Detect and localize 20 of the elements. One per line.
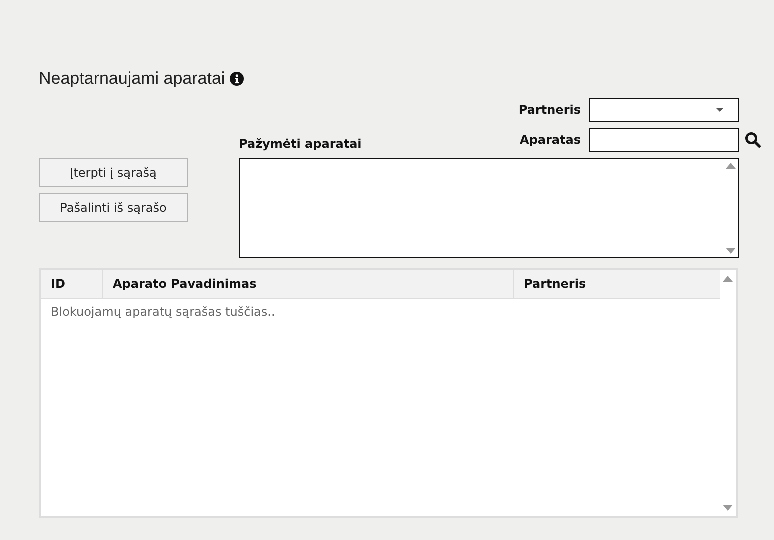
selected-listbox[interactable] bbox=[239, 158, 739, 258]
search-icon[interactable] bbox=[745, 132, 761, 148]
column-header[interactable]: ID bbox=[41, 270, 103, 298]
empty-message: Blokuojamų aparatų sąrašas tuščias.. bbox=[50, 304, 276, 321]
field-label: Aparatas bbox=[519, 133, 581, 147]
scroll-up-icon[interactable] bbox=[723, 276, 733, 282]
partner-dropdown[interactable] bbox=[589, 98, 739, 122]
list-button[interactable]: Įterpti į sąrašą bbox=[39, 158, 188, 187]
scroll-down-icon[interactable] bbox=[723, 505, 733, 511]
info-icon[interactable] bbox=[230, 72, 244, 86]
caret-icon bbox=[716, 108, 724, 112]
list-button[interactable]: Pašalinti iš sąrašo bbox=[39, 193, 188, 222]
scroll-down-icon[interactable] bbox=[726, 248, 736, 254]
list-label: Pažymėti aparatai bbox=[239, 137, 363, 151]
search-field[interactable] bbox=[589, 128, 739, 152]
column-header[interactable]: Aparato Pavadinimas bbox=[103, 270, 514, 298]
page-title: Neaptarnaujami aparatai bbox=[39, 69, 226, 89]
scroll-up-icon[interactable] bbox=[726, 163, 736, 169]
column-header[interactable]: Partneris bbox=[514, 270, 720, 298]
field-label: Partneris bbox=[518, 103, 581, 117]
